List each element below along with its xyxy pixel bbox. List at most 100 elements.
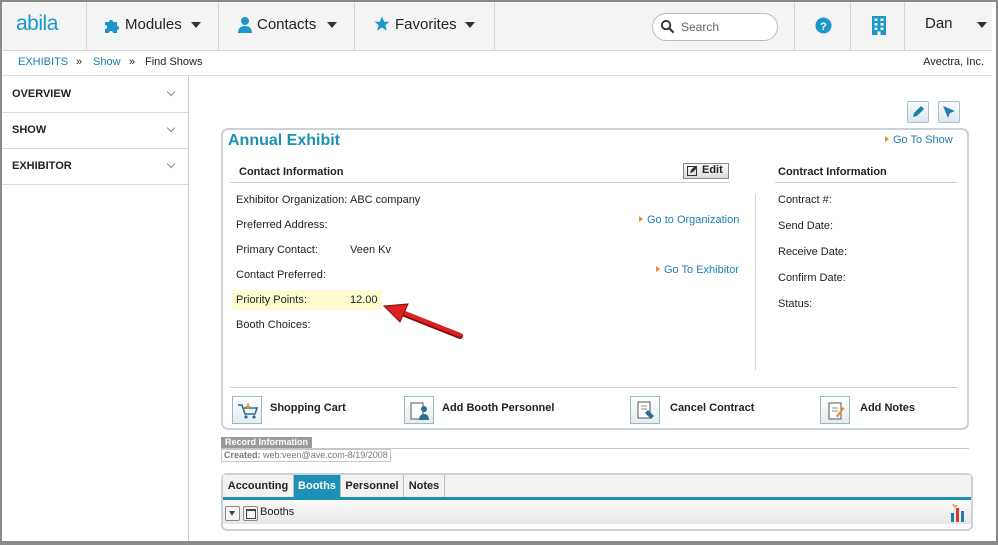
status-label: Status: <box>778 298 813 310</box>
confirm-date-label: Confirm Date: <box>778 272 846 284</box>
sidebar-item-show[interactable]: SHOW <box>2 112 188 149</box>
receive-date-label: Receive Date: <box>778 246 848 258</box>
breadcrumb-separator: » <box>76 56 83 68</box>
column-divider <box>755 194 756 370</box>
contact-information-header: Contact Information <box>239 166 344 178</box>
breadcrumb-separator: » <box>129 56 136 68</box>
priority-points-label: Priority Points: <box>236 294 307 306</box>
chevron-down-icon <box>465 22 475 28</box>
created-value: web:veen@ave.com-8/19/2008 <box>263 450 388 460</box>
send-date-label: Send Date: <box>778 220 834 232</box>
edit-pencil-button[interactable] <box>907 101 929 123</box>
go-to-show-link[interactable]: Go To Show <box>885 134 953 146</box>
collapse-button[interactable] <box>225 506 240 521</box>
pointer-button[interactable] <box>938 101 960 123</box>
help-icon: ? <box>815 17 832 34</box>
add-notes-label: Add Notes <box>860 402 915 414</box>
exhibitor-organization-label: Exhibitor Organization: <box>236 194 348 206</box>
abila-logo[interactable]: abila <box>16 12 58 36</box>
sidebar-item-overview[interactable]: OVERVIEW <box>2 76 188 113</box>
cursor-icon <box>943 106 955 118</box>
contract-information-header: Contract Information <box>778 166 887 178</box>
user-menu[interactable]: Dan <box>904 2 993 50</box>
priority-points-value: 12.00 <box>350 294 378 306</box>
sidebar-item-label: EXHIBITOR <box>12 160 72 172</box>
tab-personnel[interactable]: Personnel <box>341 475 404 497</box>
contacts-label: Contacts <box>257 16 317 33</box>
tab-notes[interactable]: Notes <box>404 475 445 497</box>
user-name: Dan <box>925 15 953 32</box>
chevron-down-icon <box>977 22 987 28</box>
chevron-down-icon <box>166 87 176 97</box>
record-information-tag: Record Information <box>221 437 313 448</box>
shopping-cart-icon <box>232 396 262 424</box>
svg-text:?: ? <box>820 21 827 33</box>
modules-menu[interactable]: Modules <box>86 2 237 50</box>
breadcrumb-exhibits[interactable]: EXHIBITS <box>18 56 68 68</box>
organization-section[interactable] <box>850 2 905 50</box>
primary-contact-value: Veen Kv <box>350 244 391 256</box>
exhibitor-organization-value: ABC company <box>350 194 421 206</box>
sidebar-item-label: SHOW <box>12 124 47 136</box>
contacts-menu[interactable]: Contacts <box>218 2 355 50</box>
contact-preferred-label: Contact Preferred: <box>236 269 326 281</box>
divider <box>230 387 958 388</box>
go-to-exhibitor-link[interactable]: Go To Exhibitor <box>656 264 739 276</box>
breadcrumb: EXHIBITS » Show » Find Shows Avectra, In… <box>2 51 992 76</box>
cancel-contract-button[interactable]: Cancel Contract <box>630 396 770 424</box>
favorites-menu[interactable]: Favorites <box>354 2 495 50</box>
shopping-cart-button[interactable]: Shopping Cart <box>232 396 352 424</box>
add-notes-icon <box>820 396 850 424</box>
primary-contact-label: Primary Contact: <box>236 244 318 256</box>
record-created: Created: web:veen@ave.com-8/19/2008 <box>221 449 391 462</box>
person-icon <box>238 17 252 33</box>
tab-bar: Accounting Booths Personnel Notes <box>223 475 971 500</box>
go-to-organization-link[interactable]: Go to Organization <box>639 214 739 226</box>
window-toggle-button[interactable] <box>243 506 258 521</box>
add-personnel-icon <box>404 396 434 424</box>
chart-icon[interactable] <box>950 503 968 522</box>
cancel-contract-label: Cancel Contract <box>670 402 755 414</box>
shopping-cart-label: Shopping Cart <box>270 402 346 414</box>
add-booth-personnel-label: Add Booth Personnel <box>442 402 555 414</box>
tab-accounting[interactable]: Accounting <box>223 475 294 497</box>
puzzle-icon <box>105 20 119 33</box>
search-icon <box>660 19 675 34</box>
chevron-down-icon <box>229 511 235 516</box>
search-input[interactable]: Search <box>652 13 778 41</box>
page-title: Annual Exhibit <box>228 132 340 149</box>
annotation-arrow-icon <box>382 303 463 339</box>
chevron-down-icon <box>191 22 201 28</box>
star-icon <box>374 16 390 31</box>
edit-icon <box>687 166 697 176</box>
window-icon <box>246 509 256 519</box>
add-booth-personnel-button[interactable]: Add Booth Personnel <box>404 396 564 424</box>
search-placeholder: Search <box>681 20 720 34</box>
help-section[interactable]: ? <box>794 2 851 50</box>
add-notes-button[interactable]: Add Notes <box>820 396 930 424</box>
chevron-down-icon <box>166 159 176 169</box>
chevron-down-icon <box>166 123 176 133</box>
sidebar: OVERVIEW SHOW EXHIBITOR <box>2 76 189 541</box>
organization-name: Avectra, Inc. <box>923 56 984 68</box>
breadcrumb-find-shows: Find Shows <box>145 56 203 68</box>
booth-choices-label: Booth Choices: <box>236 319 311 331</box>
divider <box>230 182 730 183</box>
chevron-down-icon <box>327 22 337 28</box>
sidebar-item-label: OVERVIEW <box>12 88 72 100</box>
building-icon <box>872 16 886 35</box>
preferred-address-label: Preferred Address: <box>236 219 328 231</box>
edit-label: Edit <box>702 164 723 176</box>
breadcrumb-show[interactable]: Show <box>93 56 121 68</box>
sidebar-item-exhibitor[interactable]: EXHIBITOR <box>2 148 188 185</box>
tab-booths[interactable]: Booths <box>294 475 341 497</box>
cancel-contract-icon <box>630 396 660 424</box>
pencil-icon <box>913 106 924 117</box>
favorites-label: Favorites <box>395 16 457 33</box>
booths-section-title: Booths <box>260 506 295 518</box>
contract-number-label: Contract #: <box>778 194 832 206</box>
booths-section-bar <box>223 500 971 524</box>
top-nav: abila Modules Contacts Favorites Search … <box>2 2 992 51</box>
created-label: Created: <box>224 450 261 460</box>
edit-button[interactable]: Edit <box>683 163 729 179</box>
